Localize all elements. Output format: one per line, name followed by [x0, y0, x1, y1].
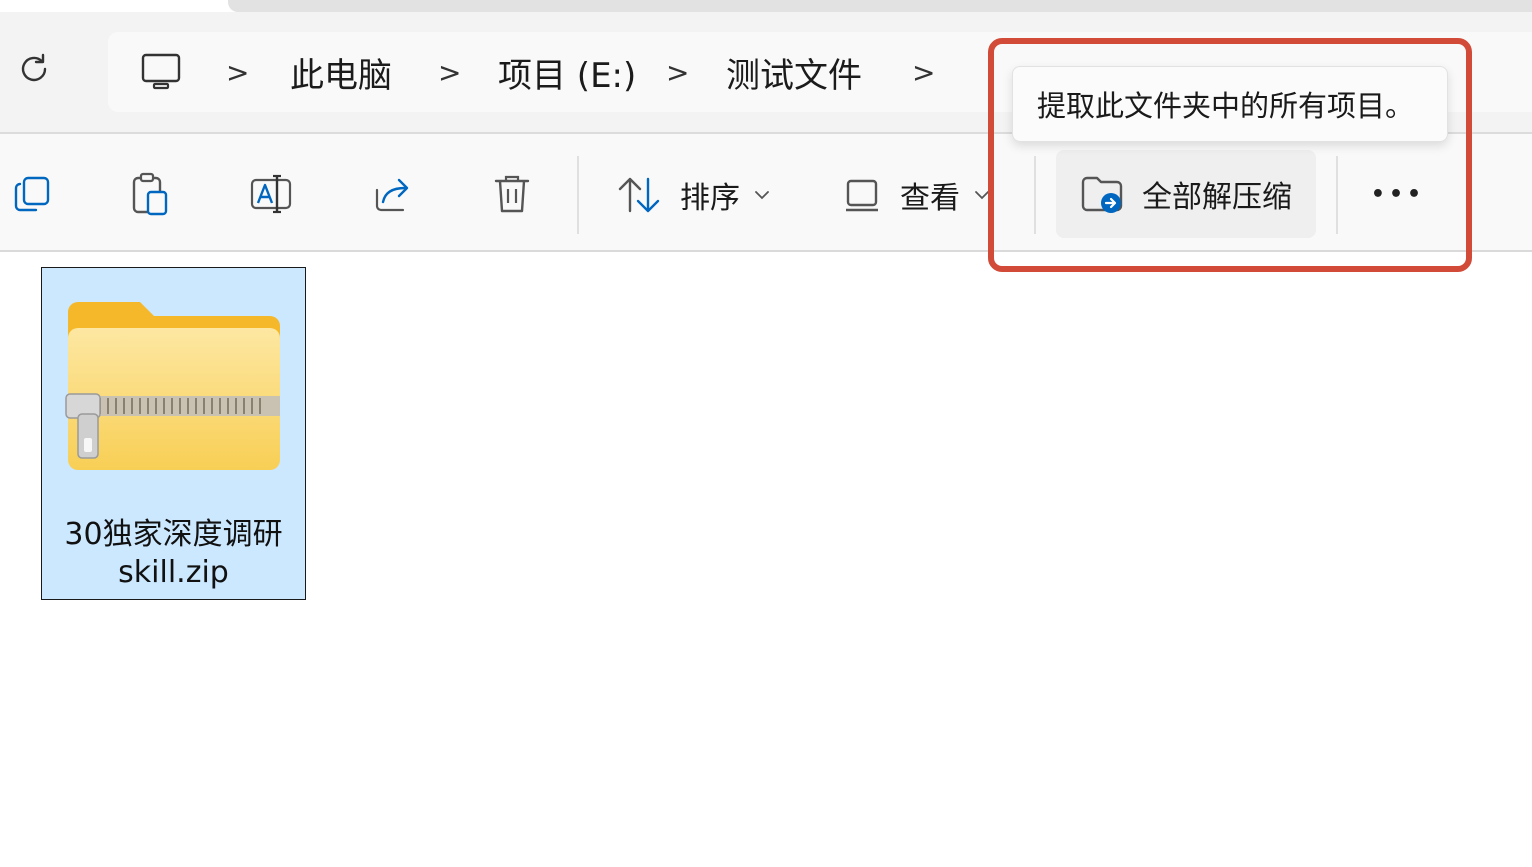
- toolbar-separator: [1034, 156, 1036, 234]
- divider: [0, 250, 1532, 252]
- breadcrumb-item-this-pc[interactable]: 此电脑: [290, 32, 392, 112]
- zip-folder-icon: [65, 302, 280, 470]
- toolbar-separator: [577, 156, 579, 234]
- toolbar-separator: [1336, 156, 1338, 234]
- chevron-down-icon: [755, 191, 769, 200]
- breadcrumb-label: 测试文件: [726, 55, 862, 96]
- breadcrumb-label: 此电脑: [290, 55, 392, 96]
- chevron-down-icon: [975, 191, 989, 200]
- trash-icon: [494, 175, 530, 213]
- sort-button[interactable]: 排序: [612, 165, 782, 225]
- chevron-right-icon: >: [666, 55, 690, 89]
- view-label: 查看: [900, 181, 960, 216]
- copy-button[interactable]: [6, 168, 58, 220]
- file-item-zip[interactable]: 30独家深度调研skill.zip: [41, 267, 306, 600]
- refresh-button[interactable]: [10, 45, 58, 93]
- share-icon: [375, 178, 409, 212]
- breadcrumb-item-test-files[interactable]: 测试文件: [726, 32, 862, 112]
- breadcrumb-separator[interactable]: >: [438, 32, 461, 112]
- sort-icon: [618, 177, 660, 213]
- chevron-right-icon: >: [438, 55, 462, 89]
- extract-folder-icon: [1081, 176, 1123, 213]
- monitor-icon: [141, 53, 181, 90]
- tooltip-text: 提取此文件夹中的所有项目。: [1037, 89, 1415, 123]
- paste-icon: [132, 172, 168, 216]
- more-options-button[interactable]: •••: [1362, 166, 1434, 222]
- breadcrumb-separator[interactable]: >: [912, 32, 935, 112]
- paste-button[interactable]: [124, 168, 176, 220]
- share-button[interactable]: [366, 168, 418, 220]
- extract-all-button[interactable]: 全部解压缩: [1056, 150, 1316, 238]
- view-button[interactable]: 查看: [840, 165, 990, 225]
- breadcrumb-label: 项目 (E:): [498, 55, 637, 96]
- chevron-right-icon: >: [912, 55, 936, 89]
- more-icon: •••: [1370, 181, 1426, 207]
- tab-strip: [228, 0, 1532, 12]
- breadcrumb-item-drive-e[interactable]: 项目 (E:): [498, 32, 636, 112]
- sort-label: 排序: [680, 181, 740, 216]
- view-icon: [846, 179, 878, 212]
- extract-all-label: 全部解压缩: [1142, 180, 1292, 215]
- file-name: 30独家深度调研skill.zip: [64, 517, 283, 590]
- breadcrumb-separator[interactable]: >: [666, 32, 689, 112]
- delete-button[interactable]: [486, 168, 538, 220]
- refresh-icon: [21, 53, 47, 82]
- copy-icon: [14, 176, 50, 212]
- rename-icon: [250, 174, 292, 214]
- rename-button[interactable]: [244, 168, 298, 220]
- chevron-right-icon: >: [226, 55, 250, 89]
- extract-all-tooltip: 提取此文件夹中的所有项目。: [1012, 66, 1448, 142]
- this-pc-icon-button[interactable]: [140, 32, 182, 112]
- breadcrumb-separator[interactable]: >: [226, 32, 249, 112]
